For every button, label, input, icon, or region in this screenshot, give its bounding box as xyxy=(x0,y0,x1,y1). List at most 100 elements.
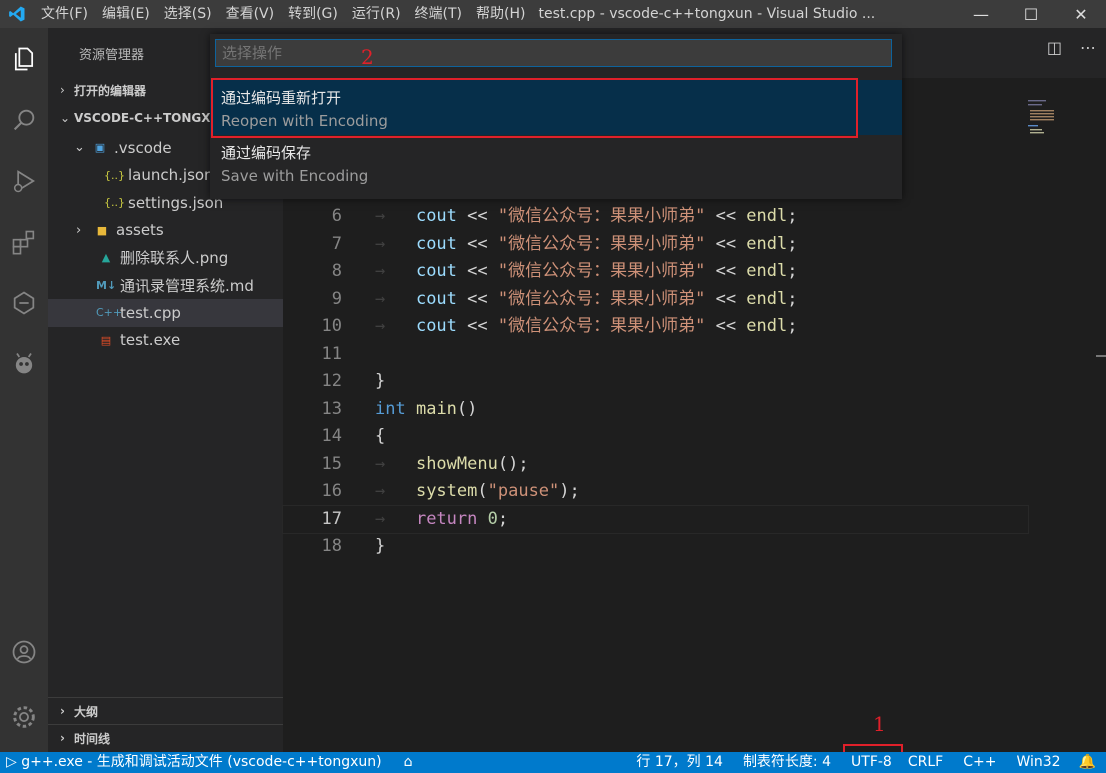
code-line[interactable]: 7 → cout << "微信公众号：果果小师弟" << endl; xyxy=(283,231,1028,259)
code-token: "微信公众号：果果小师弟" xyxy=(497,261,706,281)
code-token: ; xyxy=(787,288,798,309)
menu-terminal[interactable]: 终端(T) xyxy=(408,0,469,28)
code-line[interactable]: 10 → cout << "微信公众号：果果小师弟" << endl; xyxy=(283,313,1028,341)
indent-whitespace: → xyxy=(375,206,416,226)
code-token: << xyxy=(705,233,747,254)
line-number: 15 xyxy=(321,453,342,474)
code-lines[interactable]: 6 → cout << "微信公众号：果果小师弟" << endl; 7 → cout… xyxy=(282,203,1029,561)
code-token: << xyxy=(456,316,498,336)
code-token: int xyxy=(375,398,406,419)
indent-whitespace: → xyxy=(375,508,416,529)
menu-file[interactable]: 文件(F) xyxy=(34,0,95,28)
timeline-section[interactable]: › 时间线 xyxy=(48,724,283,751)
code-token: () xyxy=(456,398,478,419)
line-ending[interactable]: CRLF xyxy=(900,752,951,773)
image-file-icon: ▲ xyxy=(101,251,111,265)
cpp-file-icon: C++ xyxy=(96,306,123,320)
code-line[interactable]: 6 → cout << "微信公众号：果果小师弟" << endl; xyxy=(283,203,1028,231)
code-line[interactable]: 9 → cout << "微信公众号：果果小师弟" << endl; xyxy=(283,286,1028,314)
notifications-bell-icon[interactable]: 🔔 xyxy=(1069,752,1106,773)
split-editor-icon[interactable]: ◫ xyxy=(1047,38,1062,57)
code-token: endl xyxy=(746,233,788,254)
run-config-item[interactable]: ▷ g++.exe - 生成和调试活动文件 (vscode-c++tongxun… xyxy=(0,752,390,773)
code-token: ( xyxy=(477,481,488,501)
code-line[interactable]: 13 int main() xyxy=(283,396,1028,424)
code-token: (); xyxy=(497,453,529,474)
search-icon[interactable] xyxy=(0,96,48,144)
code-line[interactable]: 12} xyxy=(283,368,1028,396)
line-number: 16 xyxy=(321,481,342,501)
tree-file-md[interactable]: M↓ 通讯录管理系统.md xyxy=(48,272,283,300)
line-number: 10 xyxy=(321,316,342,336)
minimize-icon[interactable]: — xyxy=(956,0,1006,28)
code-token: << xyxy=(705,288,747,309)
home-icon[interactable]: ⌂ xyxy=(390,752,421,773)
tab-size[interactable]: 制表符长度: 4 xyxy=(731,752,839,773)
json-file-icon: {..} xyxy=(104,196,125,210)
menu-bar: 文件(F) 编辑(E) 选择(S) 查看(V) 转到(G) 运行(R) 终端(T… xyxy=(34,0,532,28)
code-line[interactable]: 8 → cout << "微信公众号：果果小师弟" << endl; xyxy=(283,258,1028,286)
maximize-icon[interactable]: ☐ xyxy=(1006,0,1056,28)
quick-pick-item-save[interactable]: 通过编码保存 Save with Encoding xyxy=(210,135,902,190)
code-line[interactable]: 18} xyxy=(283,533,1028,561)
explorer-icon[interactable] xyxy=(0,35,48,83)
more-actions-icon[interactable]: ⋯ xyxy=(1080,38,1096,57)
tree-label: settings.json xyxy=(128,193,224,212)
line-number: 9 xyxy=(331,288,342,309)
remote-explorer-icon[interactable] xyxy=(0,279,48,327)
code-token: "微信公众号：果果小师弟" xyxy=(497,288,706,309)
chevron-down-icon: ⌄ xyxy=(60,111,71,125)
tree-label: 通讯录管理系统.md xyxy=(120,276,254,295)
file-encoding[interactable]: UTF-8 xyxy=(839,752,900,773)
extensions-icon[interactable] xyxy=(0,218,48,266)
line-number: 11 xyxy=(321,343,342,364)
platform-config[interactable]: Win32 xyxy=(1004,752,1068,773)
code-token: << xyxy=(456,233,498,254)
code-token: << xyxy=(705,316,747,336)
code-text: int main() xyxy=(375,396,477,424)
language-mode[interactable]: C++ xyxy=(951,752,1004,773)
code-token: ); xyxy=(559,481,580,501)
tree-folder-assets[interactable]: › ■ assets xyxy=(48,217,283,245)
code-line[interactable]: 17 → return 0; xyxy=(282,504,1029,534)
settings-gear-icon[interactable] xyxy=(0,693,48,741)
quick-pick-item-label: 通过编码保存 xyxy=(221,144,312,162)
outline-section[interactable]: › 大纲 xyxy=(48,697,283,724)
cursor-position[interactable]: 行 17，列 14 xyxy=(628,752,731,773)
indent-whitespace: → xyxy=(375,316,416,336)
code-token: ; xyxy=(787,316,798,336)
code-token: ; xyxy=(787,233,798,254)
code-token: << xyxy=(456,261,498,281)
quick-pick-input[interactable] xyxy=(215,39,892,67)
indent-whitespace: → xyxy=(375,288,416,309)
tree-file-cpp[interactable]: C++ test.cpp xyxy=(48,299,283,327)
tree-file-png[interactable]: ▲ 删除联系人.png xyxy=(48,244,283,272)
menu-help[interactable]: 帮助(H) xyxy=(469,0,532,28)
code-token: cout xyxy=(415,288,457,309)
code-line[interactable]: 15 → showMenu(); xyxy=(283,451,1028,479)
code-line[interactable]: 16 → system("pause"); xyxy=(283,478,1028,506)
run-debug-icon[interactable] xyxy=(0,157,48,205)
exe-file-icon: ▤ xyxy=(100,333,112,347)
menu-view[interactable]: 查看(V) xyxy=(219,0,282,28)
scrollbar-marker[interactable] xyxy=(1096,355,1106,357)
menu-edit[interactable]: 编辑(E) xyxy=(95,0,157,28)
menu-selection[interactable]: 选择(S) xyxy=(157,0,219,28)
open-editors-label: 打开的编辑器 xyxy=(74,83,147,98)
annotation-number-2: 2 xyxy=(361,45,374,69)
tree-file-exe[interactable]: ▤ test.exe xyxy=(48,327,283,355)
code-line[interactable]: 14 { xyxy=(283,423,1028,451)
code-text: → system("pause"); xyxy=(375,478,580,506)
line-number: 18 xyxy=(321,536,342,556)
close-icon[interactable]: ✕ xyxy=(1056,0,1106,28)
account-icon[interactable] xyxy=(0,628,48,676)
play-icon: ▷ xyxy=(6,754,22,770)
menu-go[interactable]: 转到(G) xyxy=(281,0,345,28)
code-token: cout xyxy=(415,206,457,226)
minimap[interactable] xyxy=(1028,98,1056,138)
code-line[interactable]: 11 xyxy=(283,341,1028,369)
code-text: → cout << "微信公众号：果果小师弟" << endl; xyxy=(375,258,798,286)
menu-run[interactable]: 运行(R) xyxy=(345,0,408,28)
platformio-alien-icon[interactable] xyxy=(0,340,48,388)
